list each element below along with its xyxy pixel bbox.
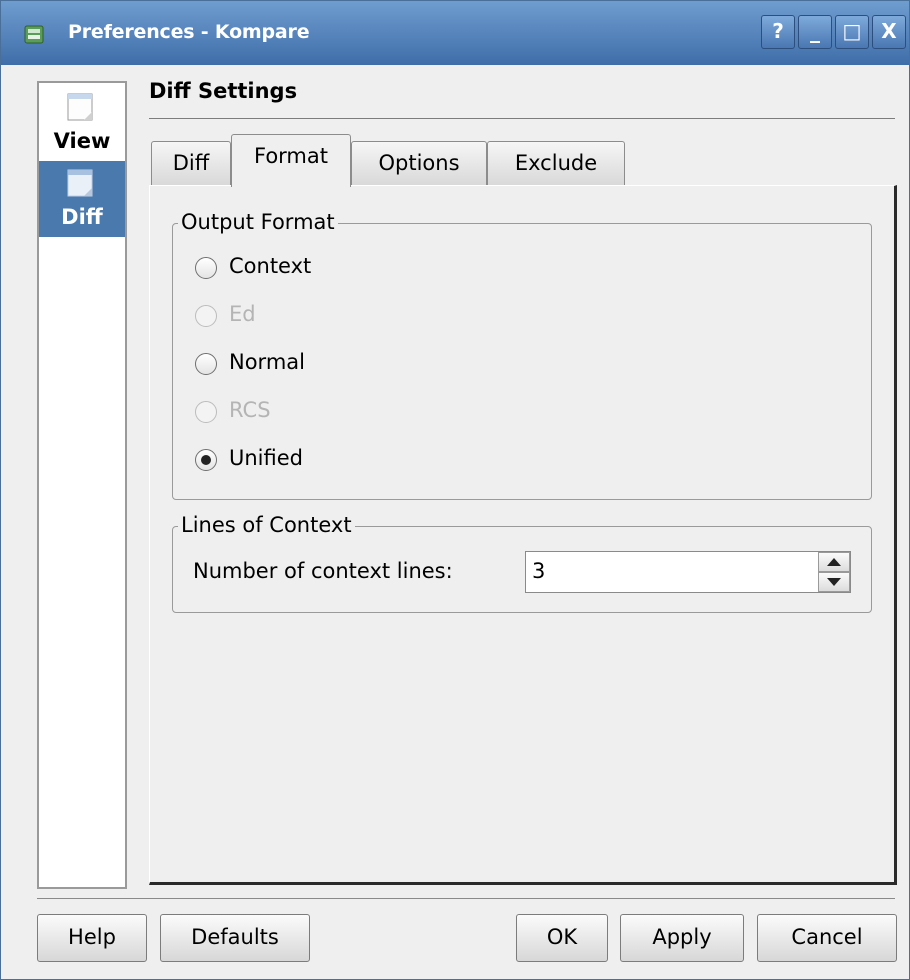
close-icon[interactable]: X: [872, 15, 906, 49]
page-navigation: View Diff: [37, 81, 127, 889]
radio-label: RCS: [229, 398, 271, 422]
apply-button[interactable]: Apply: [620, 914, 744, 962]
maximize-icon[interactable]: □: [835, 15, 869, 49]
radio-label: Normal: [229, 350, 305, 374]
spin-up-button[interactable]: [818, 552, 850, 572]
context-lines-input[interactable]: [526, 552, 812, 590]
help-icon[interactable]: ?: [761, 15, 795, 49]
radio-label: Ed: [229, 302, 256, 326]
cancel-button[interactable]: Cancel: [757, 914, 897, 962]
group-title: Output Format: [178, 210, 338, 234]
tab-label: Options: [378, 151, 460, 175]
nav-item-diff[interactable]: Diff: [39, 161, 125, 237]
minimize-icon[interactable]: _: [798, 15, 832, 49]
radio-circle[interactable]: [195, 449, 217, 471]
radio-label: Context: [229, 254, 312, 278]
tab-label: Format: [253, 144, 328, 168]
tab-label: Diff: [172, 151, 210, 175]
tab-diff[interactable]: Diff: [151, 141, 231, 186]
context-lines-spinbox[interactable]: [525, 551, 851, 593]
group-title: Lines of Context: [178, 513, 355, 537]
radio-label: Unified: [229, 446, 303, 470]
nav-item-label: View: [53, 129, 111, 153]
preferences-dialog: Preferences - Kompare ? _ □ X View Diff …: [0, 0, 910, 980]
kompare-app-icon: [24, 25, 44, 44]
page-icon: [67, 169, 93, 197]
lines-of-context-group: Lines of Context Number of context lines…: [172, 513, 872, 613]
window-title: Preferences - Kompare: [68, 21, 310, 43]
ok-button[interactable]: OK: [516, 914, 608, 962]
nav-item-view[interactable]: View: [39, 85, 125, 161]
arrow-up-icon: [827, 558, 841, 566]
radio-circle: [195, 305, 217, 327]
radio-circle[interactable]: [195, 257, 217, 279]
context-lines-label: Number of context lines:: [193, 559, 453, 583]
page-icon: [67, 93, 93, 121]
nav-item-label: Diff: [61, 205, 103, 229]
tab-options[interactable]: Options: [351, 141, 487, 186]
arrow-down-icon: [827, 578, 841, 586]
tab-format[interactable]: Format: [231, 134, 351, 187]
spin-buttons: [818, 552, 850, 592]
tab-label: Exclude: [514, 151, 598, 175]
divider: [149, 118, 895, 119]
help-button[interactable]: Help: [37, 914, 147, 962]
radio-circle: [195, 401, 217, 423]
spin-down-button[interactable]: [818, 572, 850, 592]
page-title: Diff Settings: [149, 79, 298, 103]
format-tab-panel: Output Format Context Ed Normal RCS Unif…: [149, 185, 897, 885]
radio-selected-dot: [201, 455, 211, 465]
tab-exclude[interactable]: Exclude: [487, 141, 625, 186]
output-format-group: Output Format Context Ed Normal RCS Unif…: [172, 210, 872, 500]
divider: [37, 898, 895, 899]
title-bar[interactable]: Preferences - Kompare ? _ □ X: [1, 1, 909, 65]
defaults-button[interactable]: Defaults: [160, 914, 310, 962]
radio-circle[interactable]: [195, 353, 217, 375]
